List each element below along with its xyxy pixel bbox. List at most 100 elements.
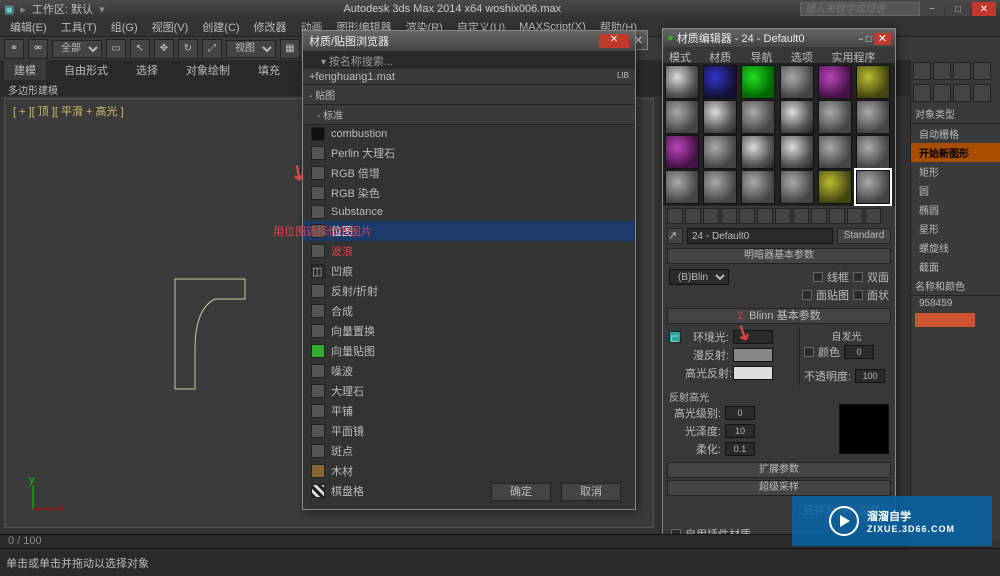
list-item[interactable]: 星形 <box>911 219 1000 238</box>
modify-tab-icon[interactable] <box>933 62 951 80</box>
object-name-field[interactable]: 958459 <box>911 296 1000 311</box>
list-item[interactable]: 噪波 <box>303 361 635 381</box>
list-item[interactable]: 平面镜 <box>303 421 635 441</box>
rollout-extended[interactable]: 扩展参数 <box>667 462 891 478</box>
sample-slot[interactable] <box>741 100 775 134</box>
shader-dropdown[interactable]: (B)Blinn <box>669 269 729 285</box>
sample-slot[interactable] <box>703 100 737 134</box>
sample-slot[interactable] <box>741 65 775 99</box>
2sided-checkbox[interactable] <box>853 272 863 282</box>
object-color-swatch[interactable] <box>915 313 975 327</box>
browser-title-bar[interactable]: 材质/贴图浏览器 ✕ <box>303 31 635 51</box>
sample-slot[interactable] <box>703 135 737 169</box>
mat-menu-options[interactable]: 选项(O) <box>791 49 828 61</box>
assign-icon[interactable] <box>703 208 719 224</box>
list-item[interactable]: 圆 <box>911 181 1000 200</box>
name-color-rollout[interactable]: 名称和颜色 <box>911 276 1000 296</box>
menu-create[interactable]: 创建(C) <box>196 17 245 37</box>
show-end-icon[interactable] <box>829 208 845 224</box>
sample-slot[interactable] <box>818 135 852 169</box>
sample-slot[interactable] <box>818 100 852 134</box>
sample-slot[interactable] <box>856 100 890 134</box>
tab-modeling[interactable]: 建模 <box>4 60 46 80</box>
material-name-input[interactable] <box>687 228 833 244</box>
specular-color-swatch[interactable] <box>733 366 773 380</box>
soften-spinner[interactable]: 0.1 <box>725 442 755 456</box>
mat-menu-material[interactable]: 材质(M) <box>709 49 746 61</box>
tab-freeform[interactable]: 自由形式 <box>54 60 118 80</box>
sample-slot[interactable] <box>780 135 814 169</box>
browser-path[interactable]: +fenghuang1.matLIB <box>303 69 635 85</box>
link-icon[interactable]: ⚭ <box>4 39 24 59</box>
sample-slot[interactable] <box>741 170 775 204</box>
glossiness-spinner[interactable]: 10 <box>725 424 755 438</box>
mat-menu-mode[interactable]: 模式(D) <box>669 49 705 61</box>
category-standard[interactable]: - 标准 <box>303 105 635 125</box>
move-icon[interactable]: ✥ <box>154 39 174 59</box>
rollout-supersample[interactable]: 超级采样 <box>667 480 891 496</box>
list-item[interactable]: 向量置换 <box>303 321 635 341</box>
go-forward-icon[interactable] <box>865 208 881 224</box>
list-item[interactable]: 平铺 <box>303 401 635 421</box>
sample-slot[interactable] <box>780 170 814 204</box>
lights-icon[interactable] <box>953 84 971 102</box>
list-item[interactable]: 波浪 <box>303 241 635 261</box>
faceted-checkbox[interactable] <box>853 290 863 300</box>
geometry-icon[interactable] <box>913 84 931 102</box>
menu-views[interactable]: 视图(V) <box>146 17 195 37</box>
sample-slot[interactable] <box>703 65 737 99</box>
reset-icon[interactable] <box>721 208 737 224</box>
time-slider[interactable]: 0 / 100 <box>0 534 910 548</box>
show-map-icon[interactable] <box>811 208 827 224</box>
list-item[interactable]: 每像素摄影机贴图 <box>303 501 635 503</box>
shapes-icon[interactable] <box>933 84 951 102</box>
menu-group[interactable]: 组(G) <box>105 17 144 37</box>
rollout-shader-params[interactable]: 明暗器基本参数 <box>667 248 891 264</box>
material-type-button[interactable]: Standard <box>837 228 891 244</box>
mat-menu-nav[interactable]: 导航(N) <box>751 49 787 61</box>
help-search-input[interactable] <box>800 2 920 16</box>
sample-slot[interactable] <box>856 135 890 169</box>
list-item[interactable]: 大理石 <box>303 381 635 401</box>
category-maps[interactable]: - 贴图 <box>303 85 635 105</box>
autogrid-label[interactable]: 自动栅格 <box>911 124 1000 143</box>
hierarchy-tab-icon[interactable] <box>953 62 971 80</box>
lock-icon[interactable]: ⊏ <box>669 331 681 343</box>
tab-populate[interactable]: 填充 <box>248 60 290 80</box>
wire-checkbox[interactable] <box>813 272 823 282</box>
selection-scope-dropdown[interactable]: 全部 <box>52 40 102 58</box>
menu-modifiers[interactable]: 修改器 <box>248 17 293 37</box>
mat-editor-title-bar[interactable]: ● 材质编辑器 - 24 - Default0 − □ ✕ <box>663 29 895 47</box>
pick-icon[interactable]: ↗ <box>667 228 683 244</box>
sample-slot[interactable] <box>818 65 852 99</box>
get-material-icon[interactable] <box>667 208 683 224</box>
workspace-label[interactable]: 工作区: 默认 <box>32 1 93 17</box>
list-item[interactable]: 螺旋线 <box>911 238 1000 257</box>
object-type-rollout[interactable]: 对象类型 <box>911 104 1000 124</box>
menu-edit[interactable]: 编辑(E) <box>4 17 53 37</box>
sample-slot[interactable] <box>665 135 699 169</box>
sample-slot[interactable] <box>818 170 852 204</box>
restore-button[interactable]: □ <box>946 2 970 16</box>
sample-slot[interactable] <box>665 170 699 204</box>
list-item[interactable]: RGB 染色 <box>303 183 635 203</box>
list-item[interactable]: 木材 <box>303 461 635 481</box>
sample-slot[interactable] <box>780 65 814 99</box>
arrow-icon[interactable]: ↖ <box>130 39 150 59</box>
list-item[interactable]: 截面 <box>911 257 1000 276</box>
put-to-lib-icon[interactable] <box>775 208 791 224</box>
unlink-icon[interactable]: ⚮ <box>28 39 48 59</box>
list-item[interactable]: Perlin 大理石 <box>303 143 635 163</box>
make-unique-icon[interactable] <box>757 208 773 224</box>
mat-menu-util[interactable]: 实用程序(U) <box>831 49 889 61</box>
cameras-icon[interactable] <box>973 84 991 102</box>
make-copy-icon[interactable] <box>739 208 755 224</box>
motion-tab-icon[interactable] <box>973 62 991 80</box>
sample-slot[interactable] <box>856 170 890 204</box>
scale-icon[interactable]: ⤢ <box>202 39 222 59</box>
material-id-icon[interactable] <box>793 208 809 224</box>
snap-icon[interactable]: ▦ <box>280 39 300 59</box>
facemap-checkbox[interactable] <box>802 290 812 300</box>
selfillum-spinner[interactable]: 0 <box>844 345 874 359</box>
diffuse-color-swatch[interactable] <box>733 348 773 362</box>
